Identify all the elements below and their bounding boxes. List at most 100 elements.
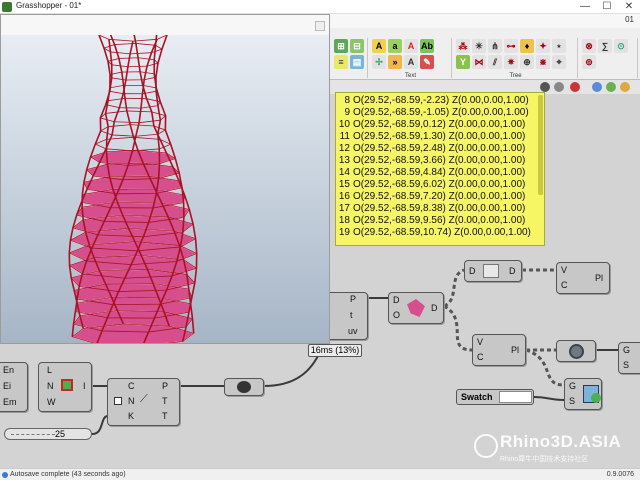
custom-preview-node[interactable]: G S [564, 378, 602, 410]
input-s[interactable]: S [623, 360, 629, 370]
input-p[interactable]: P [350, 294, 356, 304]
row-index: 16 [338, 191, 350, 202]
custom-preview-node-right[interactable]: G S [618, 342, 640, 374]
param-icon[interactable]: ⊟ [350, 39, 364, 53]
input-c[interactable]: C [128, 381, 135, 391]
text-fragment-icon[interactable]: A [404, 55, 418, 69]
input-c[interactable]: C [561, 280, 568, 290]
input-d[interactable]: D [393, 295, 400, 305]
input-s[interactable]: S [569, 396, 575, 406]
line-node[interactable]: L N W I [38, 362, 92, 412]
input-v[interactable]: V [561, 265, 567, 275]
text-join-icon[interactable]: A [372, 39, 386, 53]
input-k[interactable]: K [128, 411, 134, 421]
panel-row: 19 O(29.52,-68.59,10.74) Z(0.00,0.00,1.00… [336, 227, 536, 239]
input-n[interactable]: N [47, 381, 54, 391]
slider-track[interactable] [11, 434, 55, 435]
tree-unflatten-icon[interactable]: ⋇ [536, 55, 550, 69]
rhino-viewport-window[interactable] [0, 14, 330, 344]
text-length-icon[interactable]: A [404, 39, 418, 53]
number-slider[interactable]: 25 [4, 428, 92, 440]
text-concat-icon[interactable]: ✢ [372, 55, 386, 69]
tree-stats-icon[interactable]: ⊕ [520, 55, 534, 69]
close-button[interactable]: ✕ [618, 0, 640, 14]
mesh-icon[interactable] [606, 82, 616, 92]
tree-shift-icon[interactable]: ⊶ [504, 39, 518, 53]
tree-flatten-icon[interactable]: ⁂ [456, 39, 470, 53]
plane-node-mid[interactable]: V C Pl [472, 334, 526, 366]
input-t[interactable]: t [350, 310, 353, 320]
tree-merge-icon[interactable]: ⋈ [472, 55, 486, 69]
tree-branch-icon[interactable]: Y [456, 55, 470, 69]
input-c[interactable]: C [477, 352, 484, 362]
input-w[interactable]: W [47, 397, 56, 407]
deconstruct-node[interactable]: D O D [388, 292, 444, 324]
tree-prune-icon[interactable]: ✦ [536, 39, 550, 53]
output-em[interactable]: Em [3, 397, 17, 407]
wire-display-icon[interactable] [554, 82, 564, 92]
input-o[interactable]: O [393, 310, 400, 320]
tree-trim-icon[interactable]: ✷ [504, 55, 518, 69]
tree-simplify-icon[interactable]: ⋔ [488, 39, 502, 53]
gear-node[interactable] [556, 340, 596, 362]
panel-row: 14 O(29.52,-68.59,4.84) Z(0.00,0.00,1.00) [336, 167, 536, 179]
input-g[interactable]: G [623, 345, 630, 355]
preview-icon[interactable] [540, 82, 550, 92]
sets-icon[interactable]: ⊙ [614, 39, 628, 53]
output-d[interactable]: D [431, 303, 438, 313]
divide-curve-node[interactable]: C N K P T T ⟋ [107, 378, 180, 426]
output-pl[interactable]: Pl [595, 273, 603, 283]
text-case-icon[interactable]: Ab [420, 39, 434, 53]
param-icon[interactable]: ▤ [350, 55, 364, 69]
record-icon[interactable] [570, 82, 580, 92]
document-name[interactable]: 01 [625, 15, 634, 24]
output-en[interactable]: En [3, 365, 14, 375]
output-pl[interactable]: Pl [511, 345, 519, 355]
output-ei[interactable]: Ei [3, 381, 11, 391]
maximize-button[interactable]: ☐ [596, 0, 618, 14]
input-v[interactable]: V [477, 337, 483, 347]
sets-icon[interactable]: ∑ [598, 39, 612, 53]
output-i[interactable]: I [83, 381, 86, 391]
input-l[interactable]: L [47, 365, 52, 375]
viewport-3d[interactable] [1, 35, 329, 343]
text-format-icon[interactable]: » [388, 55, 402, 69]
sets-icon[interactable]: ⊗ [582, 39, 596, 53]
panel-row: 16 O(29.52,-68.59,7.20) Z(0.00,0.00,1.00) [336, 191, 536, 203]
sets-icon[interactable]: ⊚ [582, 55, 596, 69]
gear-icon [569, 344, 584, 359]
left-partial-node[interactable]: En Ei Em [0, 362, 28, 412]
tree-item-icon[interactable]: ⌖ [552, 55, 566, 69]
data-panel[interactable]: 8 O(29.52,-68.59,-2.23) Z(0.00,0.00,1.00)… [335, 92, 545, 246]
swatch-colour-chip[interactable] [499, 391, 532, 403]
tree-graft-icon[interactable]: ✳ [472, 39, 486, 53]
sketch-icon[interactable] [620, 82, 630, 92]
param-icon[interactable]: ⊞ [334, 39, 348, 53]
output-p[interactable]: P [162, 381, 168, 391]
vase-ring [109, 84, 157, 95]
text-split-icon[interactable]: a [388, 39, 402, 53]
tree-path-icon[interactable]: ⫽ [488, 55, 502, 69]
output-d[interactable]: D [509, 266, 516, 276]
param-icon[interactable]: ≡ [334, 55, 348, 69]
status-bar: Autosave complete (43 seconds ago) 0.9.0… [0, 468, 640, 480]
panel-scrollbar[interactable] [538, 95, 543, 195]
input-uv[interactable]: uv [348, 326, 358, 336]
row-value: O(29.52,-68.59,8.38) Z(0.00,0.00,1.00) [353, 203, 526, 214]
tree-explode-icon[interactable]: ⋆ [552, 39, 566, 53]
row-index: 10 [338, 119, 350, 130]
minimize-button[interactable]: — [574, 0, 596, 14]
output-t2[interactable]: T [162, 411, 168, 421]
viewport-close-button[interactable] [315, 21, 325, 31]
input-n[interactable]: N [128, 396, 135, 406]
curve-param-node[interactable] [224, 378, 264, 396]
plane-node-top[interactable]: V C Pl [556, 262, 610, 294]
colour-swatch[interactable]: Swatch [456, 389, 534, 405]
input-g[interactable]: G [569, 381, 576, 391]
output-t[interactable]: T [162, 396, 168, 406]
tree-match-icon[interactable]: ♦ [520, 39, 534, 53]
data-node-top[interactable]: D D [464, 260, 522, 282]
shaded-icon[interactable] [592, 82, 602, 92]
input-d[interactable]: D [469, 266, 476, 276]
text-replace-icon[interactable]: ✎ [420, 55, 434, 69]
